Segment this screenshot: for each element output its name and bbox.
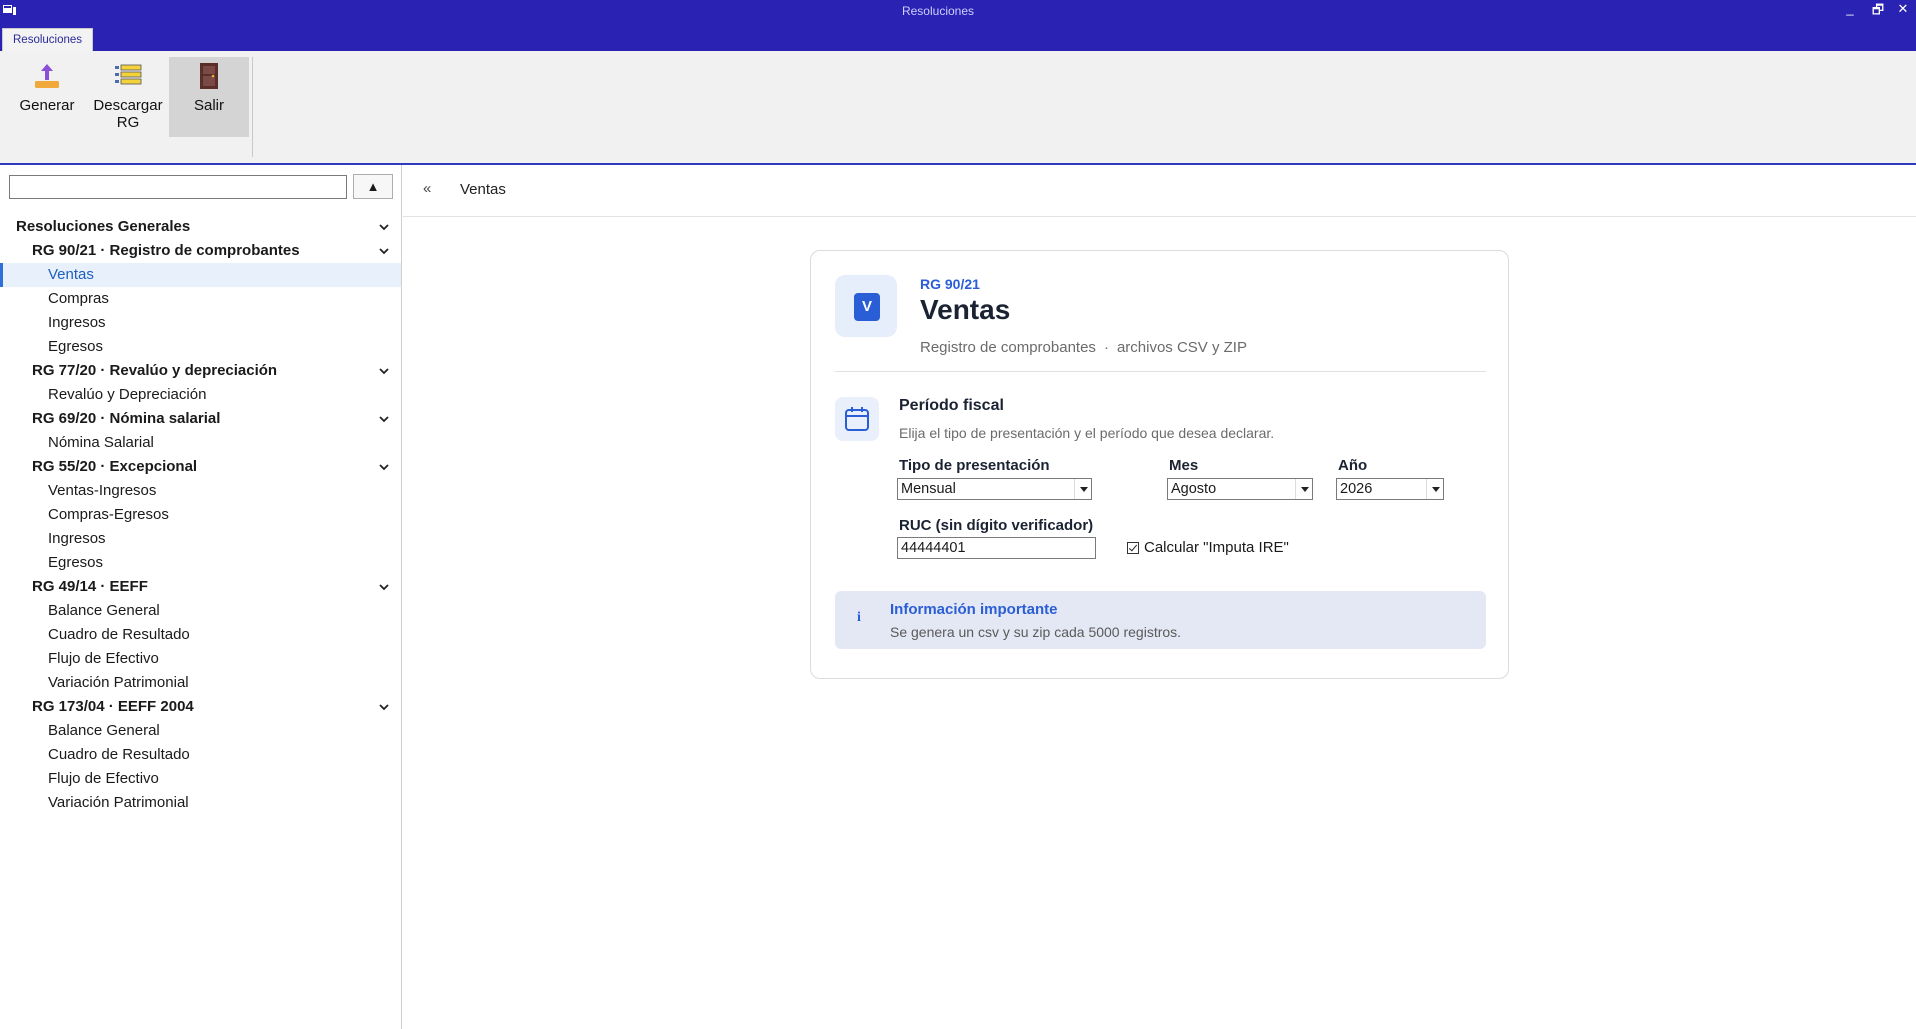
- ribbon-tab-resoluciones[interactable]: Resoluciones: [2, 28, 94, 51]
- sidebar: ▲ Resoluciones Generales RG 90/21 · Regi…: [0, 165, 402, 1029]
- title-bar: Resoluciones _ 🗗 ✕ Resoluciones: [0, 0, 1916, 51]
- subtitle-part-a: Registro de comprobantes: [920, 339, 1096, 356]
- tree-group-rg-69-20[interactable]: RG 69/20 · Nómina salarial: [0, 407, 401, 431]
- mes-select[interactable]: Agosto: [1167, 478, 1313, 500]
- search-input[interactable]: [9, 175, 347, 199]
- descargar-rg-label: Descargar RG: [93, 97, 163, 131]
- tipo-presentacion-select[interactable]: Mensual: [897, 478, 1092, 500]
- tree-group-label: RG 55/20 · Excepcional: [32, 458, 198, 475]
- generar-label: Generar: [19, 97, 75, 114]
- tree-group-rg-173-04[interactable]: RG 173/04 · EEFF 2004: [0, 695, 401, 719]
- mes-label: Mes: [1169, 457, 1199, 474]
- tree-item-cuadro-resultado[interactable]: Cuadro de Resultado: [0, 623, 401, 647]
- tree-group-label: RG 69/20 · Nómina salarial: [32, 410, 221, 427]
- descargar-rg-button[interactable]: Descargar RG: [88, 57, 168, 137]
- tree-group-label: RG 90/21 · Registro de comprobantes: [32, 242, 300, 259]
- tree-group-rg-77-20[interactable]: RG 77/20 · Revalúo y depreciación: [0, 359, 401, 383]
- page-title: Ventas: [920, 294, 1011, 325]
- tree-item-flujo-efectivo[interactable]: Flujo de Efectivo: [0, 767, 401, 791]
- tree-group-rg-49-14[interactable]: RG 49/14 · EEFF: [0, 575, 401, 599]
- collapse-up-button[interactable]: ▲: [353, 174, 393, 199]
- restore-button[interactable]: 🗗: [1868, 1, 1888, 23]
- tree-group-rg-90-21[interactable]: RG 90/21 · Registro de comprobantes: [0, 239, 401, 263]
- breadcrumb-current: Ventas: [460, 181, 506, 198]
- tree-item-revaluo[interactable]: Revalúo y Depreciación: [0, 383, 401, 407]
- salir-button[interactable]: Salir: [169, 57, 249, 137]
- avatar: V: [835, 275, 897, 337]
- tree-root[interactable]: Resoluciones Generales: [0, 215, 401, 239]
- tree-item-variacion-patrimonial[interactable]: Variación Patrimonial: [0, 791, 401, 815]
- chevron-down-icon[interactable]: [379, 695, 393, 719]
- chevron-down-icon[interactable]: [379, 239, 393, 263]
- door-icon: [200, 63, 218, 89]
- tree-item-ingresos[interactable]: Ingresos: [0, 311, 401, 335]
- ventas-card: V RG 90/21 Ventas Registro de comprobant…: [810, 250, 1509, 679]
- chevron-down-icon[interactable]: [379, 455, 393, 479]
- info-title: Información importante: [890, 601, 1058, 618]
- rg-code: RG 90/21: [920, 276, 980, 292]
- tree-root-label: Resoluciones Generales: [16, 218, 191, 235]
- card-subtitle: Registro de comprobantes · archivos CSV y …: [920, 339, 1247, 356]
- generar-button[interactable]: Generar: [12, 57, 82, 137]
- tree-item-ingresos[interactable]: Ingresos: [0, 527, 401, 551]
- tree-item-flujo-efectivo[interactable]: Flujo de Efectivo: [0, 647, 401, 671]
- section-description: Elija el tipo de presentación y el perío…: [899, 425, 1275, 441]
- breadcrumb: « Ventas: [403, 167, 1916, 217]
- dropdown-arrow-icon[interactable]: [1426, 479, 1443, 499]
- section-title: Período fiscal: [899, 397, 1004, 414]
- back-button[interactable]: «: [423, 180, 431, 197]
- ribbon-separator: [252, 57, 253, 157]
- tree-group-label: RG 49/14 · EEFF: [32, 578, 148, 595]
- subtitle-part-b: archivos CSV y ZIP: [1116, 339, 1247, 356]
- chevron-down-icon[interactable]: [379, 215, 393, 239]
- imputa-ire-checkbox[interactable]: [1127, 542, 1139, 554]
- mes-value: Agosto: [1171, 481, 1217, 497]
- anio-value: 2026: [1340, 481, 1373, 497]
- anio-label: Año: [1338, 457, 1368, 474]
- tipo-presentacion-value: Mensual: [901, 481, 956, 497]
- tree-group-rg-55-20[interactable]: RG 55/20 · Excepcional: [0, 455, 401, 479]
- info-text: Se genera un csv y su zip cada 5000 regi…: [890, 624, 1182, 640]
- chevron-down-icon[interactable]: [379, 575, 393, 599]
- tipo-presentacion-label: Tipo de presentación: [899, 457, 1050, 474]
- minimize-button[interactable]: _: [1840, 1, 1860, 16]
- tree-view: Resoluciones Generales RG 90/21 · Regist…: [0, 215, 401, 815]
- chevron-down-icon[interactable]: [379, 407, 393, 431]
- tree-group-label: RG 173/04 · EEFF 2004: [32, 698, 194, 715]
- tree-item-variacion-patrimonial[interactable]: Variación Patrimonial: [0, 671, 401, 695]
- imputa-ire-label[interactable]: Calcular "Imputa IRE": [1144, 539, 1289, 556]
- list-icon: [115, 64, 142, 85]
- subtitle-separator: ·: [1103, 339, 1109, 356]
- tree-item-nomina[interactable]: Nómina Salarial: [0, 431, 401, 455]
- upload-icon: [35, 64, 59, 88]
- ruc-label: RUC (sin dígito verificador): [899, 517, 1094, 534]
- tree-item-compras-egresos[interactable]: Compras-Egresos: [0, 503, 401, 527]
- chevron-down-icon[interactable]: [379, 359, 393, 383]
- tree-item-cuadro-resultado[interactable]: Cuadro de Resultado: [0, 743, 401, 767]
- ruc-input[interactable]: 44444401: [897, 537, 1096, 559]
- tree-item-egresos[interactable]: Egresos: [0, 335, 401, 359]
- dropdown-arrow-icon[interactable]: [1295, 479, 1312, 499]
- tree-item-compras[interactable]: Compras: [0, 287, 401, 311]
- tree-item-egresos[interactable]: Egresos: [0, 551, 401, 575]
- calendar-icon: [835, 397, 879, 441]
- dropdown-arrow-icon[interactable]: [1074, 479, 1091, 499]
- tree-group-label: RG 77/20 · Revalúo y depreciación: [32, 362, 278, 379]
- tree-item-ventas[interactable]: Ventas: [0, 263, 401, 287]
- info-box: i Información importante Se genera un cs…: [835, 591, 1486, 649]
- salir-label: Salir: [193, 97, 224, 114]
- divider: [835, 371, 1486, 372]
- tree-item-balance-general[interactable]: Balance General: [0, 719, 401, 743]
- tree-item-balance-general[interactable]: Balance General: [0, 599, 401, 623]
- close-button[interactable]: ✕: [1893, 1, 1913, 17]
- tree-item-ventas-ingresos[interactable]: Ventas-Ingresos: [0, 479, 401, 503]
- avatar-letter: V: [854, 293, 880, 321]
- window-title: Resoluciones: [901, 4, 975, 18]
- ribbon: Generar Descargar RG Salir: [0, 51, 1916, 165]
- anio-select[interactable]: 2026: [1336, 478, 1444, 500]
- info-icon: i: [857, 610, 861, 625]
